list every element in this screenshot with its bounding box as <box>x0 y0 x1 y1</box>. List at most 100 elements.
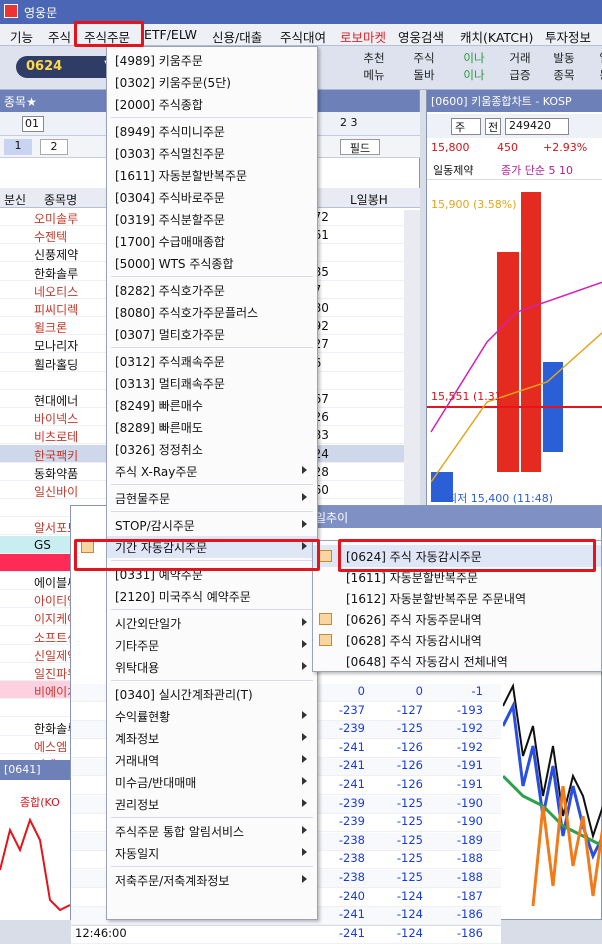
submenu-arrow-icon <box>302 640 307 648</box>
value-cell: 0 <box>357 684 365 698</box>
value-cell: -126 <box>396 777 423 791</box>
menu-item[interactable]: [8282] 주식호가주문 <box>107 279 317 301</box>
toolbar-button-2[interactable]: 주식 돌바 <box>402 50 446 86</box>
menu-item-label: [0312] 주식쾌속주문 <box>115 355 225 369</box>
menu-item-label: 계좌정보 <box>115 732 160 746</box>
menu-item-label: 자동일지 <box>115 847 160 861</box>
menu-item[interactable]: [1700] 수급매매종합 <box>107 230 317 252</box>
stock-code-input[interactable]: 249420 <box>505 118 569 135</box>
time-cell: 12:46:00 <box>75 925 127 940</box>
period-select[interactable]: 주 <box>451 118 481 135</box>
menu-item[interactable]: 주식 X-Ray주문 <box>107 460 317 482</box>
submenu-item-label: [1611] 자동분할반복주문 <box>346 571 479 585</box>
menu-item[interactable]: 금현물주문 <box>107 487 317 509</box>
toolbar-button-5[interactable]: 발동 종목 <box>542 50 586 86</box>
menu-item[interactable]: [2000] 주식종합 <box>107 93 317 115</box>
tab-1[interactable]: 1 <box>4 139 32 155</box>
menu-10[interactable]: 투자정보 <box>545 27 591 46</box>
submenu-arrow-icon <box>302 875 307 883</box>
menu-item[interactable]: [0302] 키움주문(5단) <box>107 71 317 93</box>
menu-4[interactable]: ETF/ELW <box>144 27 197 42</box>
menu-item[interactable]: 수익률현황 <box>107 705 317 727</box>
stock-name: 한화솔루 <box>34 266 79 281</box>
menu-item-label: [0304] 주식바로주문 <box>115 191 225 205</box>
value-cell: -125 <box>396 721 423 736</box>
submenu-item[interactable]: [1612] 자동분할반복주문 주문내역 <box>313 587 601 609</box>
menu-item[interactable]: 권리정보 <box>107 793 317 815</box>
toolbar-button-6[interactable]: 일반 동시 <box>588 50 602 86</box>
submenu-item[interactable]: [0628] 주식 자동감시내역 <box>313 629 601 651</box>
menu-item[interactable]: [1611] 자동분할반복주문 <box>107 164 317 186</box>
value-cell: -241 <box>338 739 365 754</box>
menu-item[interactable]: [0303] 주식멀친주문 <box>107 142 317 164</box>
menu-9[interactable]: 캐치(KATCH) <box>460 27 533 46</box>
menu-item-label: [2120] 미국주식 예약주문 <box>115 590 251 604</box>
menu-item[interactable]: [0304] 주식바로주문 <box>107 186 317 208</box>
menu-item-label: [8080] 주식호가주문플러스 <box>115 306 259 320</box>
menu-item[interactable]: [0307] 멀티호가주문 <box>107 323 317 345</box>
menu-1[interactable]: 기능 <box>10 27 33 46</box>
submenu-arrow-icon <box>302 520 307 528</box>
menu-item-label: [1700] 수급매매종합 <box>115 235 225 249</box>
menu-item[interactable]: [0326] 정정취소 <box>107 438 317 460</box>
menu-8[interactable]: 영웅검색 <box>398 27 444 46</box>
col-header-name: 종목명 <box>44 193 78 207</box>
value-cell: -237 <box>338 702 365 717</box>
menu-item[interactable]: [2120] 미국주식 예약주문 <box>107 585 317 607</box>
menu-item-label: [8282] 주식호가주문 <box>115 284 225 298</box>
toolbar-button-4[interactable]: 거래 급증 <box>498 50 542 86</box>
stock-name: 한국팩키 <box>34 448 79 463</box>
watchlist-scrollbar[interactable] <box>404 210 420 510</box>
menu-item[interactable]: STOP/감시주문 <box>107 514 317 536</box>
menu-item[interactable]: [0313] 멀티쾌속주문 <box>107 372 317 394</box>
menu-7[interactable]: 로보마켓 <box>340 27 386 46</box>
menu-item[interactable]: 자동일지 <box>107 842 317 864</box>
page-tabs[interactable]: 2 3 <box>340 116 358 129</box>
tab-2[interactable]: 2 <box>40 139 68 155</box>
value-cell: -125 <box>396 851 423 866</box>
menu-item[interactable]: [8249] 빠른매수 <box>107 394 317 416</box>
menu-item-label: STOP/감시주문 <box>115 519 195 533</box>
stock-name: 동화약품 <box>34 466 79 481</box>
submenu-item[interactable]: [0626] 주식 자동주문내역 <box>313 608 601 630</box>
menu-item[interactable]: [0319] 주식분할주문 <box>107 208 317 230</box>
low-label: 최저 15,400 (11:48) <box>447 492 554 505</box>
value-cell: -190 <box>456 814 483 829</box>
menu-separator <box>111 866 313 867</box>
menu-item[interactable]: [8080] 주식호가주문플러스 <box>107 301 317 323</box>
menu-item[interactable]: 주식주문 통합 알림서비스 <box>107 820 317 842</box>
group-number[interactable]: 01 <box>22 116 44 132</box>
menu-item[interactable]: 저축주문/저축계좌정보 <box>107 869 317 891</box>
menu-item-label: 수익률현황 <box>115 710 171 724</box>
menu-separator <box>111 609 313 610</box>
menu-item[interactable]: [0312] 주식쾌속주문 <box>107 350 317 372</box>
menu-6[interactable]: 주식대여 <box>280 27 326 46</box>
toolbar-button-3[interactable]: 이나 이나 <box>452 50 496 86</box>
menu-item[interactable]: 위탁대용 <box>107 656 317 678</box>
menu-item[interactable]: 계좌정보 <box>107 727 317 749</box>
menu-item[interactable]: 시간외단일가 <box>107 612 317 634</box>
menu-item[interactable]: [4989] 키움주문 <box>107 49 317 71</box>
menu-item[interactable]: [0340] 실시간계좌관리(T) <box>107 683 317 705</box>
menu-item[interactable]: 기타주문 <box>107 634 317 656</box>
menu-item-label: [0307] 멀티호가주문 <box>115 328 225 342</box>
menu-2[interactable]: 주식 <box>48 27 71 46</box>
value-cell: 0 <box>415 684 423 698</box>
index-line <box>0 817 70 912</box>
menu-item[interactable]: [5000] WTS 주식종합 <box>107 252 317 274</box>
submenu-item[interactable]: [0648] 주식 자동감시 전체내역 <box>313 650 601 672</box>
value-cell: -124 <box>396 925 423 940</box>
toolbar-button-1[interactable]: 추천 메뉴 <box>352 50 396 86</box>
menu-item[interactable]: [8289] 빠른매도 <box>107 416 317 438</box>
menu-item[interactable]: 거래내역 <box>107 749 317 771</box>
menu-item[interactable]: [8949] 주식미니주문 <box>107 120 317 142</box>
menu-item[interactable]: 미수금/반대매매 <box>107 771 317 793</box>
value-cell: -192 <box>456 721 483 736</box>
stock-name: 모나리자 <box>34 339 79 354</box>
highlight-period-auto-order <box>74 539 320 571</box>
field-button[interactable]: 필드 <box>340 139 380 155</box>
range-toggle[interactable]: 전 <box>485 118 501 135</box>
screen-number-input[interactable]: 0624▼ <box>16 56 120 78</box>
table-row: 12:46:00 -241 -124 -186 <box>71 925 501 944</box>
menu-5[interactable]: 신용/대출 <box>212 27 262 46</box>
